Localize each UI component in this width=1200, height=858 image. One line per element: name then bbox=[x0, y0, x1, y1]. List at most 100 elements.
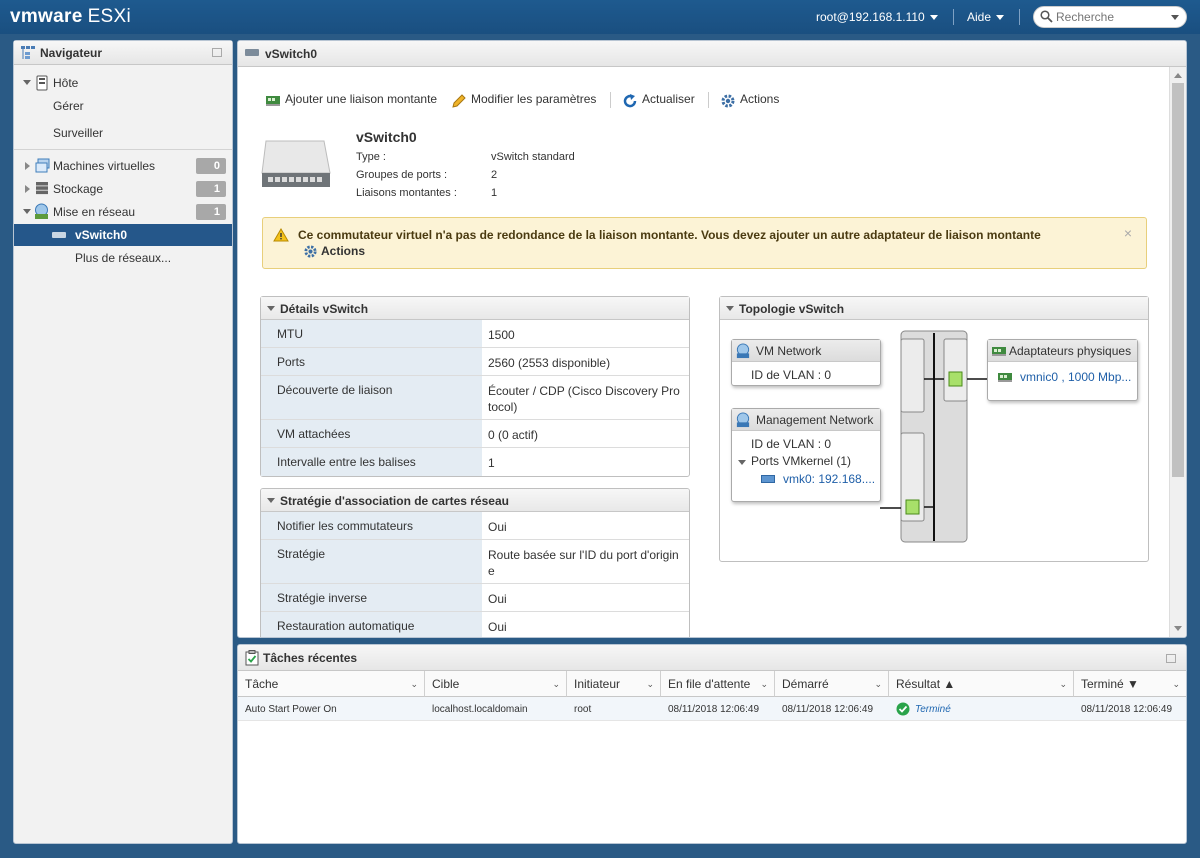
edit-settings-button[interactable]: Modifier les paramètres bbox=[451, 92, 596, 108]
chevron-down-icon[interactable]: ⌄ bbox=[1172, 679, 1180, 690]
portgroup-header: Management Network bbox=[732, 409, 880, 431]
detail-row-beacon-interval: Intervalle entre les balises 1 bbox=[261, 448, 689, 476]
user-menu[interactable]: root@192.168.1.110 bbox=[816, 10, 938, 24]
collapse-icon[interactable] bbox=[267, 306, 275, 311]
panel-header[interactable]: Détails vSwitch bbox=[261, 297, 689, 320]
portgroups-value: 2 bbox=[491, 169, 498, 181]
warning-banner: Ce commutateur virtuel n'a pas de redond… bbox=[262, 217, 1147, 269]
storage-icon bbox=[36, 182, 48, 195]
warning-actions-button[interactable]: Actions bbox=[303, 244, 365, 258]
column-task[interactable]: Tâche ⌄ bbox=[238, 671, 425, 697]
vertical-scrollbar[interactable] bbox=[1169, 67, 1186, 637]
panel-header[interactable]: Stratégie d'association de cartes réseau bbox=[261, 489, 689, 512]
nav-networking[interactable]: Mise en réseau 1 bbox=[14, 201, 232, 223]
vm-network-portgroup[interactable]: VM Network ID de VLAN : 0 bbox=[731, 339, 881, 386]
chevron-down-icon[interactable]: ⌄ bbox=[760, 679, 768, 690]
vswitch-topology-panel: Topologie vSwitch VM Network ID de VLAN … bbox=[719, 296, 1149, 562]
host-icon bbox=[36, 75, 48, 91]
warning-message: Ce commutateur virtuel n'a pas de redond… bbox=[298, 228, 1041, 242]
management-network-portgroup[interactable]: Management Network ID de VLAN : 0 Ports … bbox=[731, 408, 881, 502]
vswitch-icon bbox=[52, 232, 66, 238]
switch-image bbox=[261, 140, 331, 187]
vmk0-link[interactable]: vmk0: 192.168.... bbox=[783, 472, 875, 486]
portgroup-header: VM Network bbox=[732, 340, 880, 362]
vswitch-details-panel: Détails vSwitch MTU 1500 Ports 2560 (255… bbox=[260, 296, 690, 477]
vmnic0-link[interactable]: vmnic0 , 1000 Mbp... bbox=[1020, 370, 1131, 384]
portgroups-label: Groupes de ports : bbox=[356, 169, 448, 181]
task-name[interactable]: Auto Start Power On bbox=[238, 697, 425, 721]
column-result[interactable]: Résultat ▲ ⌄ bbox=[889, 671, 1074, 697]
recent-tasks-panel: Tâches récentes Tâche ⌄ Cible ⌄ Initiateur… bbox=[237, 644, 1187, 844]
collapse-icon[interactable] bbox=[267, 498, 275, 503]
chevron-down-icon[interactable]: ⌄ bbox=[410, 679, 418, 690]
chevron-down-icon[interactable]: ⌄ bbox=[1059, 679, 1067, 690]
network-card-icon bbox=[266, 96, 280, 106]
top-bar: vmware ESXi root@192.168.1.110 Aide bbox=[0, 0, 1200, 34]
vlan-id: ID de VLAN : 0 bbox=[751, 437, 832, 451]
type-label: Type : bbox=[356, 151, 386, 163]
panel-title: vSwitch0 bbox=[265, 47, 318, 61]
count-badge: 1 bbox=[196, 204, 226, 220]
detail-row-ports: Ports 2560 (2553 disponible) bbox=[261, 348, 689, 376]
search-box[interactable] bbox=[1033, 6, 1187, 28]
adapters-header: Adaptateurs physiques bbox=[988, 340, 1137, 362]
nav-storage[interactable]: Stockage 1 bbox=[14, 178, 232, 200]
minimize-icon[interactable] bbox=[1166, 654, 1176, 663]
chevron-down-icon[interactable]: ⌄ bbox=[646, 679, 654, 690]
scroll-down-icon[interactable] bbox=[1174, 626, 1182, 631]
vswitch-icon bbox=[245, 49, 259, 56]
network-card-icon bbox=[998, 373, 1012, 382]
task-initiator: root bbox=[567, 697, 661, 721]
collapse-icon[interactable] bbox=[23, 80, 31, 85]
column-initiator[interactable]: Initiateur ⌄ bbox=[567, 671, 661, 697]
column-queued[interactable]: En file d'attente ⌄ bbox=[661, 671, 775, 697]
count-badge: 1 bbox=[196, 181, 226, 197]
divider bbox=[708, 92, 709, 108]
search-input[interactable] bbox=[1056, 10, 1166, 24]
vswitch-name: vSwitch0 bbox=[356, 129, 417, 145]
nav-host[interactable]: Hôte bbox=[14, 72, 232, 94]
nav-vswitch0[interactable]: vSwitch0 bbox=[14, 224, 232, 246]
vmkernel-ports: Ports VMkernel (1) bbox=[751, 454, 852, 468]
close-icon[interactable]: × bbox=[1124, 225, 1132, 241]
chevron-down-icon[interactable]: ⌄ bbox=[552, 679, 560, 690]
nav-more-networks[interactable]: Plus de réseaux... bbox=[14, 247, 232, 269]
teaming-row-failback: Restauration automatique Oui bbox=[261, 612, 689, 637]
task-queued: 08/11/2018 12:06:49 bbox=[661, 697, 775, 721]
uplinks-label: Liaisons montantes : bbox=[356, 187, 457, 199]
tasks-title: Tâches récentes bbox=[263, 651, 358, 665]
navigator-title: Navigateur bbox=[40, 46, 103, 60]
task-started: 08/11/2018 12:06:49 bbox=[775, 697, 889, 721]
collapse-icon[interactable] bbox=[23, 209, 31, 214]
nav-virtual-machines[interactable]: Machines virtuelles 0 bbox=[14, 155, 232, 177]
nav-manage[interactable]: Gérer bbox=[14, 95, 232, 117]
chevron-down-icon[interactable]: ⌄ bbox=[874, 679, 882, 690]
column-target[interactable]: Cible ⌄ bbox=[425, 671, 567, 697]
gear-icon bbox=[721, 94, 735, 108]
teaming-row-reverse: Stratégie inverse Oui bbox=[261, 584, 689, 612]
scroll-thumb[interactable] bbox=[1172, 83, 1184, 477]
refresh-button[interactable]: Actualiser bbox=[622, 92, 695, 108]
expand-icon[interactable] bbox=[25, 185, 30, 193]
chevron-down-icon[interactable] bbox=[1171, 15, 1179, 20]
network-icon bbox=[736, 343, 750, 359]
minimize-icon[interactable] bbox=[212, 48, 222, 57]
task-target[interactable]: localhost.localdomain bbox=[425, 697, 567, 721]
vswitch-panel: vSwitch0 Ajouter une liaison montante Mo… bbox=[237, 40, 1187, 638]
nav-monitor[interactable]: Surveiller bbox=[14, 122, 232, 144]
add-uplink-button[interactable]: Ajouter une liaison montante bbox=[265, 92, 437, 106]
divider bbox=[1019, 9, 1020, 25]
column-started[interactable]: Démarré ⌄ bbox=[775, 671, 889, 697]
detail-row-link-discovery: Découverte de liaison Écouter / CDP (Cis… bbox=[261, 376, 689, 420]
divider bbox=[953, 9, 954, 25]
help-menu[interactable]: Aide bbox=[967, 10, 1005, 24]
chevron-down-icon bbox=[996, 15, 1005, 21]
expand-icon[interactable] bbox=[25, 162, 30, 170]
physical-adapters-box[interactable]: Adaptateurs physiques vmnic0 , 1000 Mbp.… bbox=[987, 339, 1138, 401]
collapse-icon[interactable] bbox=[738, 460, 746, 465]
scroll-up-icon[interactable] bbox=[1174, 73, 1182, 78]
teaming-row-notify: Notifier les commutateurs Oui bbox=[261, 512, 689, 540]
actions-button[interactable]: Actions bbox=[720, 92, 779, 108]
column-completed[interactable]: Terminé ▼ ⌄ bbox=[1074, 671, 1186, 697]
task-result: Terminé bbox=[889, 697, 1074, 721]
